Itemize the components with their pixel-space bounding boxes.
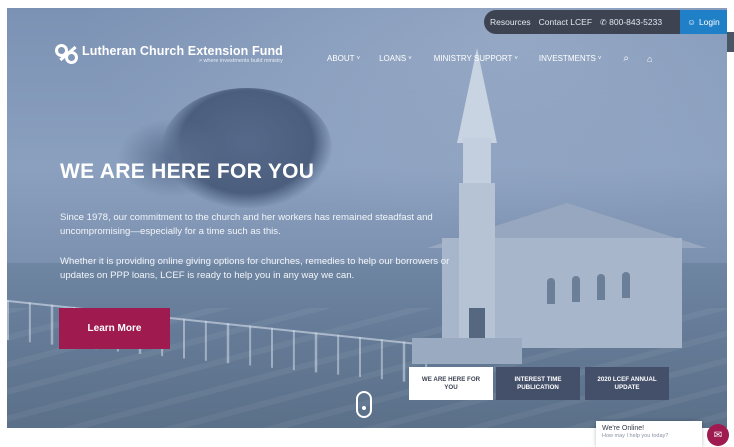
tree-shape-secondary [117,118,227,198]
side-tab[interactable] [727,32,734,52]
login-button[interactable]: ☺ Login [680,10,727,34]
learn-more-label: Learn More [87,323,142,334]
scroll-down-icon[interactable] [356,391,372,418]
utility-bar: Resources Contact LCEF ✆ 800-843-5233 [484,10,680,34]
slide-tab-interest-time[interactable]: INTEREST TIME PUBLICATION [496,367,580,400]
contact-link[interactable]: Contact LCEF [539,17,592,27]
church-belfry [463,138,491,188]
slide-tab-we-are-here[interactable]: WE ARE HERE FOR YOU [409,367,493,400]
nav-item-investments[interactable]: INVESTMENTS ˅ [539,54,601,63]
church-window [597,274,605,300]
hero-headline: WE ARE HERE FOR YOU [60,160,315,183]
chat-button[interactable]: ✉ [707,424,729,446]
nav-label: ABOUT [327,54,355,63]
nav-label: INVESTMENTS [538,54,596,63]
user-icon: ☺ [687,17,696,27]
logo-mark-icon [55,42,79,66]
site-logo[interactable]: Lutheran Church Extension Fund > where i… [55,42,283,66]
search-icon[interactable]: ⌕ [623,53,629,64]
nav-label: MINISTRY SUPPORT [433,54,513,63]
graduation-cap-icon[interactable]: ⌂ [647,54,652,64]
slide-tab-label: WE ARE HERE FOR YOU [421,376,481,391]
resources-link[interactable]: Resources [490,17,531,27]
church-steps [412,338,522,364]
phone-link[interactable]: ✆ 800-843-5233 [600,17,662,27]
phone-icon: ✆ [600,18,607,27]
learn-more-button[interactable]: Learn More [59,308,170,349]
hero-paragraph-1: Since 1978, our commitment to the church… [60,212,433,237]
church-window [547,278,555,304]
logo-text: Lutheran Church Extension Fund > where i… [82,44,283,64]
scroll-dot [362,406,366,410]
nav-item-about[interactable]: ABOUT ˅ [327,54,360,63]
chat-prompt: How may I help you today? [602,433,669,439]
nav-label: LOANS [379,54,407,63]
slide-tab-annual-update[interactable]: 2020 LCEF ANNUAL UPDATE [585,367,669,400]
chat-widget[interactable]: We're Online! How may I help you today? [596,421,702,447]
main-nav: ABOUT ˅ LOANS ˅ MINISTRY SUPPORT ˅ INVES… [327,53,652,64]
nav-item-ministry-support[interactable]: MINISTRY SUPPORT ˅ [434,54,518,63]
chevron-down-icon: ˅ [356,55,361,62]
slide-tab-label: INTEREST TIME PUBLICATION [514,376,562,391]
chat-bubble-icon: ✉ [713,429,723,441]
chat-status: We're Online! [602,425,645,432]
chevron-down-icon: ˅ [597,55,602,62]
logo-name: Lutheran Church Extension Fund [82,44,283,58]
church-window [572,276,580,302]
phone-number: 800-843-5233 [609,17,663,27]
logo-tagline: > where investments build ministry [198,58,283,64]
page: Resources Contact LCEF ✆ 800-843-5233 ☺ … [0,0,734,447]
church-window [622,272,630,298]
slide-tab-label: 2020 LCEF ANNUAL UPDATE [597,376,657,391]
login-label: Login [698,17,720,27]
hero-paragraph-2: Whether it is providing online giving op… [60,256,450,281]
chevron-down-icon: ˅ [514,55,518,62]
nav-item-loans[interactable]: LOANS ˅ [379,54,412,63]
chevron-down-icon: ˅ [408,55,412,62]
